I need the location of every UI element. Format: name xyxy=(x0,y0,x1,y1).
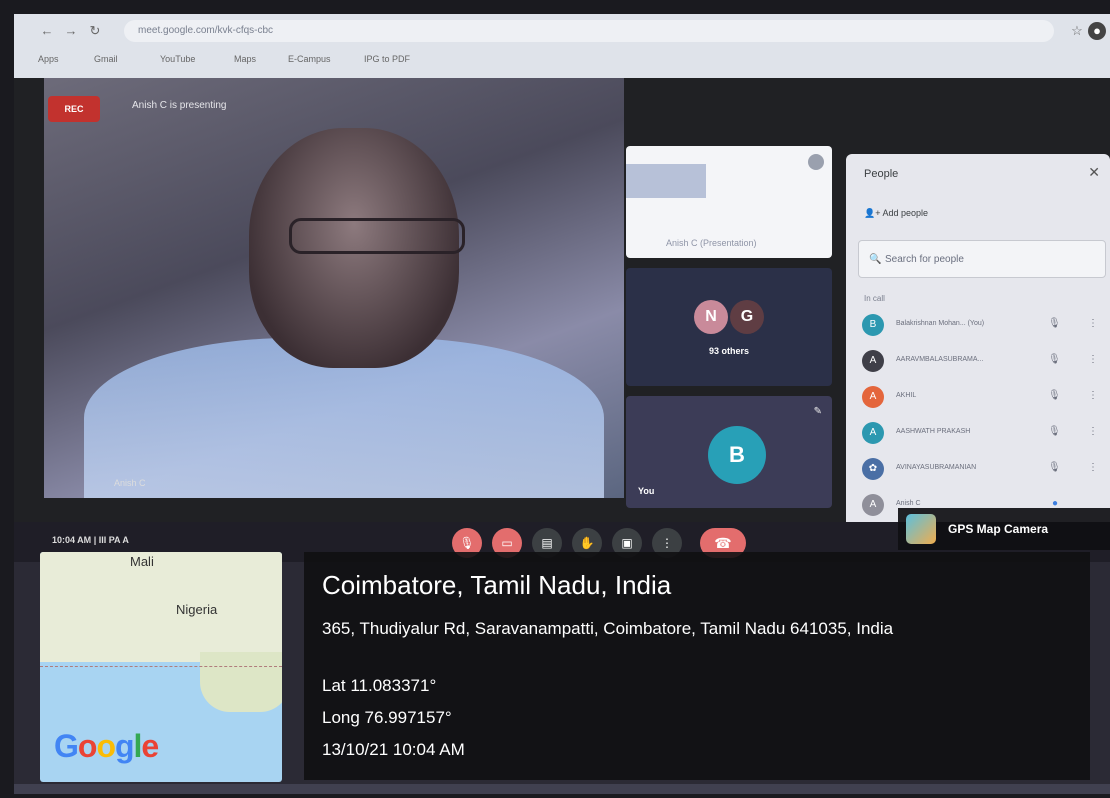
avatar: ✿ xyxy=(862,458,884,480)
star-icon[interactable]: ☆ xyxy=(1068,22,1086,40)
meeting-area: Anish C REC Anish C is presenting Anish … xyxy=(14,78,1110,558)
participant-name: AVINAYASUBRAMANIAN xyxy=(896,464,977,471)
search-icon: 🔍 xyxy=(869,254,882,265)
bookmark-youtube[interactable]: YouTube xyxy=(160,50,195,68)
google-logo: Google xyxy=(54,728,159,764)
participant-name: AARAVMBALASUBRAMA... xyxy=(896,356,984,363)
people-panel: People ✕ 👤+ Add people 🔍 Search for peop… xyxy=(846,154,1110,558)
meeting-time: 10:04 AM | III PA A xyxy=(52,535,129,545)
avatar: A xyxy=(862,494,884,516)
more-icon[interactable]: ⋮ xyxy=(1088,390,1098,401)
people-title: People xyxy=(864,168,899,180)
main-video-name: Anish C xyxy=(114,478,146,488)
mic-off-icon: 🎙 xyxy=(1048,354,1061,365)
mic-off-icon: 🎙 xyxy=(1048,462,1061,473)
location-place: Coimbatore, Tamil Nadu, India xyxy=(322,570,672,600)
presentation-thumbnail xyxy=(626,164,706,198)
avatar-b: B xyxy=(708,426,766,484)
presenter-glasses xyxy=(289,218,465,254)
mic-off-icon: 🎙 xyxy=(1048,426,1061,437)
location-address: 365, Thudiyalur Rd, Saravanampatti, Coim… xyxy=(322,619,894,638)
participant-row[interactable]: A AKHIL 🎙 ⋮ xyxy=(862,386,1102,410)
map-land xyxy=(40,552,282,662)
presentation-tile[interactable]: Anish C (Presentation) xyxy=(626,146,832,258)
participant-name: Anish C xyxy=(896,500,921,507)
more-icon[interactable]: ⋮ xyxy=(1088,426,1098,437)
gps-badge-label: GPS Map Camera xyxy=(948,522,1049,536)
bookmark-gmail[interactable]: Gmail xyxy=(94,50,118,68)
rec-badge: REC xyxy=(48,96,100,122)
bookmark-ipg-to-pdf[interactable]: IPG to PDF xyxy=(364,50,410,68)
url-bar[interactable]: meet.google.com/kvk-cfqs-cbc xyxy=(124,20,1054,42)
map-thumbnail: Mali Nigeria Google xyxy=(40,552,282,782)
presentation-caption: Anish C (Presentation) xyxy=(666,238,757,248)
avatar: B xyxy=(862,314,884,336)
monitor-screen: ← → ↻ meet.google.com/kvk-cfqs-cbc ☆ ● A… xyxy=(14,14,1110,794)
profile-icon[interactable]: ● xyxy=(1088,22,1106,40)
avatar-g: G xyxy=(730,300,764,334)
back-icon[interactable]: ← xyxy=(38,22,56,40)
more-icon[interactable]: ⋮ xyxy=(1088,318,1098,329)
reload-icon[interactable]: ↻ xyxy=(86,22,104,40)
add-people-label: Add people xyxy=(882,208,929,218)
avatar: A xyxy=(862,422,884,444)
participant-row[interactable]: ✿ AVINAYASUBRAMANIAN 🎙 ⋮ xyxy=(862,458,1102,482)
participant-name: AASHWATH PRAKASH xyxy=(896,428,971,435)
avatar: A xyxy=(862,386,884,408)
mic-icon: ✎ xyxy=(813,406,822,417)
in-call-heading: In call xyxy=(864,294,885,303)
more-icon[interactable]: ⋮ xyxy=(1088,354,1098,365)
gps-badge: GPS Map Camera xyxy=(898,508,1110,550)
mic-off-icon: 🎙 xyxy=(1048,390,1061,401)
bookmark-apps[interactable]: Apps xyxy=(38,50,59,68)
mic-off-icon: 🎙 xyxy=(1048,318,1061,329)
participant-name: AKHIL xyxy=(896,392,917,399)
location-datetime: 13/10/21 10:04 AM xyxy=(322,740,465,759)
self-label: You xyxy=(638,486,655,496)
close-icon[interactable]: ✕ xyxy=(1088,164,1100,181)
participant-row[interactable]: A AARAVMBALASUBRAMA... 🎙 ⋮ xyxy=(862,350,1102,374)
participant-row[interactable]: A AASHWATH PRAKASH 🎙 ⋮ xyxy=(862,422,1102,446)
keyboard-edge xyxy=(14,784,1110,794)
participant-row[interactable]: B Balakrishnan Mohan... (You) 🎙 ⋮ xyxy=(862,314,1102,338)
others-count: 93 others xyxy=(708,346,750,356)
main-video[interactable]: Anish C xyxy=(44,78,624,498)
more-icon[interactable]: ⋮ xyxy=(1088,462,1098,473)
address-row: ← → ↻ meet.google.com/kvk-cfqs-cbc ☆ ● xyxy=(14,20,1110,44)
clock-text: 10:04 AM xyxy=(52,535,92,545)
bookmark-ecampus[interactable]: E-Campus xyxy=(288,50,331,68)
search-people-input[interactable]: 🔍 Search for people xyxy=(858,240,1106,278)
add-people-button[interactable]: 👤+ Add people xyxy=(864,208,928,219)
map-label-nigeria: Nigeria xyxy=(176,602,218,617)
meeting-code: III PA A xyxy=(98,535,129,545)
map-land-coast xyxy=(200,652,282,712)
gps-camera-logo xyxy=(906,514,936,544)
self-tile[interactable]: ✎ B You xyxy=(626,396,832,508)
location-info: Coimbatore, Tamil Nadu, India 365, Thudi… xyxy=(304,552,1090,780)
avatar-n: N xyxy=(694,300,728,334)
map-label-mali: Mali xyxy=(130,554,154,569)
bookmarks-bar: Apps Gmail YouTube Maps E-Campus IPG to … xyxy=(14,50,1110,68)
mic-off-icon xyxy=(808,154,824,170)
others-tile[interactable]: N G 93 others xyxy=(626,268,832,386)
location-latitude: Lat 11.083371° xyxy=(322,676,437,695)
bookmark-maps[interactable]: Maps xyxy=(234,50,256,68)
search-placeholder: Search for people xyxy=(885,254,964,265)
presenting-label: Anish C is presenting xyxy=(132,100,227,111)
avatar: A xyxy=(862,350,884,372)
browser-chrome: ← → ↻ meet.google.com/kvk-cfqs-cbc ☆ ● A… xyxy=(14,14,1110,78)
participant-name: Balakrishnan Mohan... (You) xyxy=(896,320,985,327)
location-longitude: Long 76.997157° xyxy=(322,708,452,727)
map-equator-line xyxy=(40,666,282,667)
forward-icon[interactable]: → xyxy=(62,22,80,40)
